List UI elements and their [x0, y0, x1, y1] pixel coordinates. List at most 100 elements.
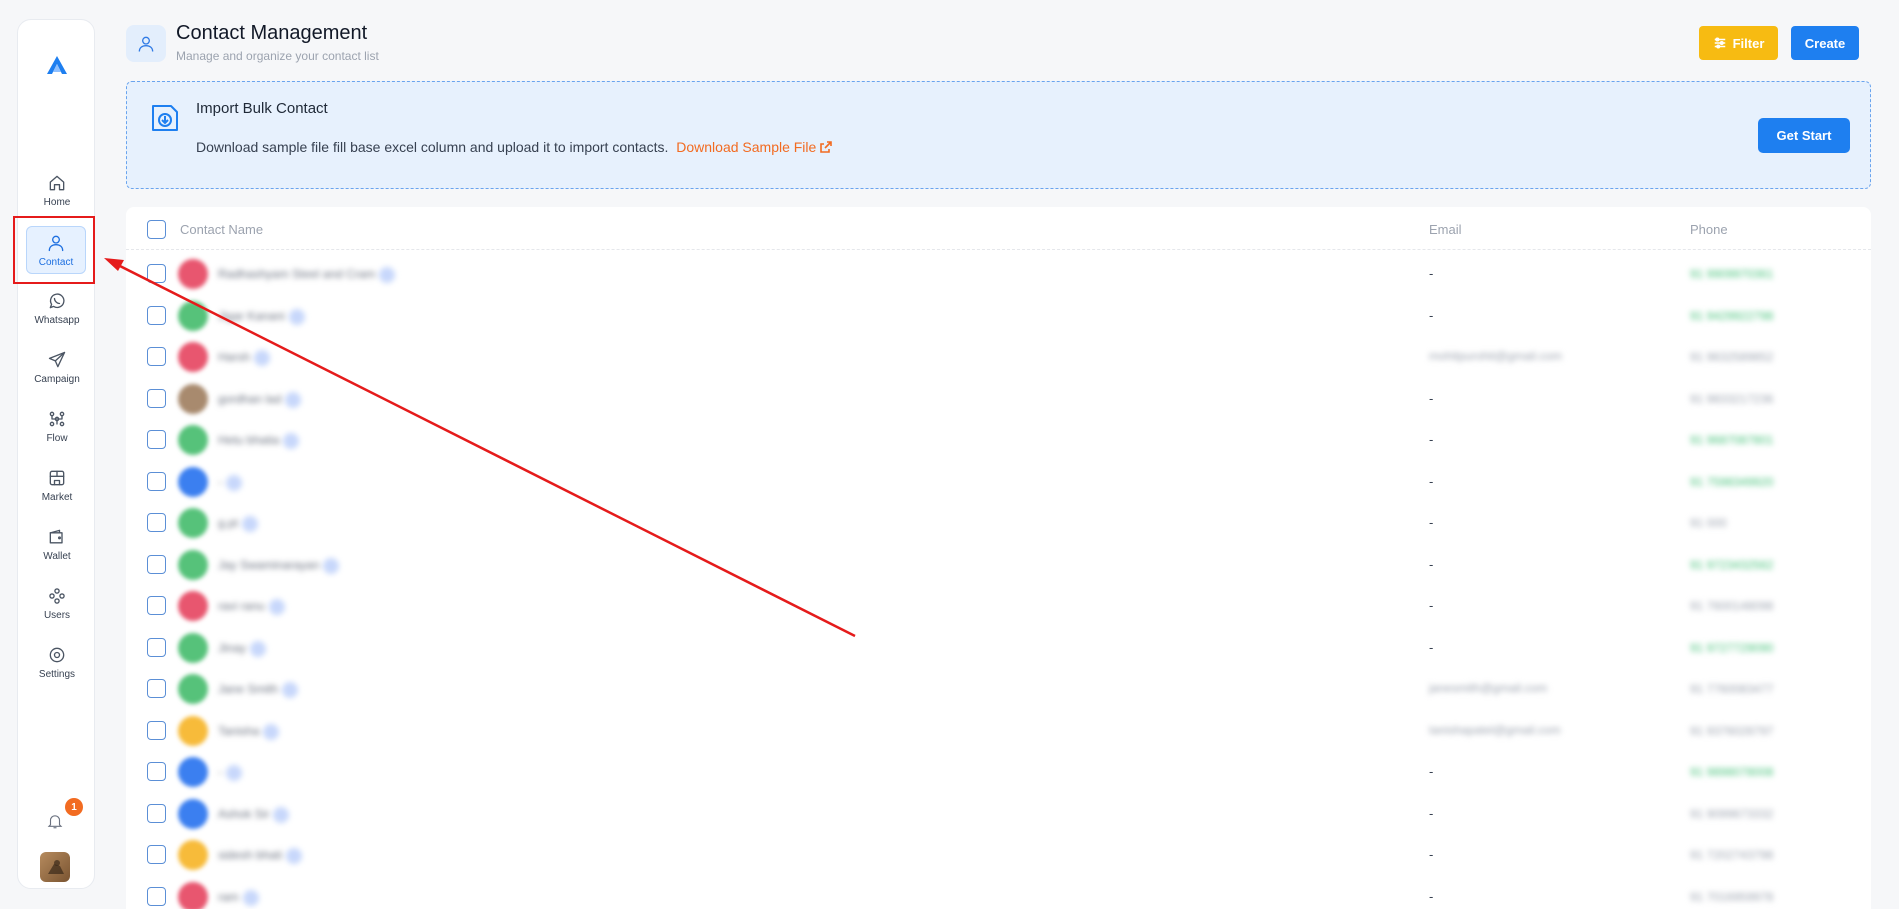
contact-email: - — [1429, 847, 1434, 862]
tag-icon — [323, 557, 340, 574]
contact-phone: 91 7600148098 — [1690, 599, 1774, 613]
row-checkbox[interactable] — [147, 886, 166, 906]
contact-phone: 91 9099673332 — [1690, 806, 1774, 821]
row-checkbox[interactable] — [147, 305, 166, 325]
row-checkbox[interactable] — [147, 430, 166, 449]
row-checkbox[interactable] — [147, 513, 166, 532]
contact-phone: 91 000 — [1690, 516, 1727, 530]
select-all-checkbox[interactable] — [147, 220, 166, 239]
tag-icon — [242, 516, 259, 532]
row-checkbox[interactable] — [147, 637, 166, 657]
contact-name-text: Hetu bhatia — [218, 433, 280, 448]
sidebar-item-label: Wallet — [43, 550, 71, 562]
row-checkbox[interactable] — [147, 679, 166, 698]
tag-icon — [288, 308, 305, 325]
avatar — [178, 342, 208, 372]
flow-icon — [49, 411, 65, 426]
sidebar-item-home[interactable]: Home — [24, 166, 90, 214]
table-row[interactable]: Ashok Sir - 91 9099673332 — [126, 793, 1871, 835]
page-icon — [126, 25, 166, 62]
row-checkbox[interactable] — [147, 264, 166, 283]
avatar — [178, 466, 208, 497]
sidebar-item-users[interactable]: Users — [24, 579, 90, 627]
tag-icon — [282, 682, 299, 698]
column-header-phone: Phone — [1690, 222, 1728, 237]
table-row[interactable]: Harsh mohitpurohit@gmail.com 91 9632589852 — [126, 336, 1871, 378]
table-row[interactable]: sidesh bhati - 91 7202743798 — [126, 834, 1871, 876]
row-checkbox[interactable] — [147, 596, 166, 615]
row-checkbox[interactable] — [147, 471, 166, 491]
app-logo[interactable] — [42, 50, 72, 80]
users-icon — [49, 587, 65, 604]
contact-phone: 91 9723432562 — [1690, 557, 1774, 572]
table-row[interactable]: Jane Smith janesmith@gmail.com 91 77600834… — [126, 668, 1871, 710]
sidebar-item-market[interactable]: Market — [24, 461, 90, 509]
table-row[interactable]: Jigar Kanani - 91 9429922798 — [126, 295, 1871, 337]
sidebar-item-settings[interactable]: Settings — [24, 638, 90, 686]
sidebar-item-label: Campaign — [34, 373, 80, 385]
table-row[interactable]: Hetu bhatia - 91 9687087801 — [126, 419, 1871, 461]
table-row[interactable]: gordhan lad - 91 9833217236 — [126, 378, 1871, 420]
contact-phone: 91 9632589852 — [1690, 350, 1774, 364]
contact-name: Radhashyam Steel and Cram — [218, 267, 396, 283]
contact-name-text: Tanisha — [218, 723, 260, 738]
create-button[interactable]: Create — [1791, 26, 1859, 60]
sidebar-item-label: Settings — [38, 668, 76, 680]
contact-icon — [138, 36, 154, 52]
row-checkbox[interactable] — [147, 720, 166, 740]
page-subtitle: Manage and organize your contact list — [176, 49, 379, 63]
contact-name-text: Ashok Sir — [218, 806, 270, 821]
avatar — [178, 425, 208, 455]
table-row[interactable]: ravi ranu - 91 7600148098 — [126, 585, 1871, 627]
home-icon — [49, 175, 65, 190]
whatsapp-icon — [49, 292, 65, 308]
tag-icon — [283, 433, 300, 449]
contact-name: Hetu bhatia — [218, 433, 300, 449]
sidebar-item-wallet[interactable]: Wallet — [24, 520, 90, 568]
sidebar-item-campaign[interactable]: Campaign — [24, 343, 90, 391]
table-row[interactable]: Tanisha tanishapatel@gmail.com 91 93760287… — [126, 710, 1871, 752]
contact-name: gordhan lad — [218, 391, 302, 408]
table-row[interactable]: - - 91 9898078008 — [126, 751, 1871, 793]
contact-email: - — [1429, 390, 1434, 406]
contact-name: Jigar Kanani — [218, 308, 305, 325]
table-row[interactable]: Jay Swaminarayan - 91 9723432562 — [126, 544, 1871, 586]
row-checkbox[interactable] — [147, 762, 166, 781]
contact-email: - — [1429, 888, 1434, 904]
table-row[interactable]: ram - 91 7016959978 — [126, 876, 1871, 909]
avatar — [178, 591, 208, 621]
table-row[interactable]: g.pt - 91 000 — [126, 502, 1871, 544]
table-row[interactable]: - - 91 7598349920 — [126, 461, 1871, 503]
download-sample-link[interactable]: Download Sample File — [676, 139, 833, 155]
tag-icon — [226, 474, 242, 491]
row-checkbox[interactable] — [147, 803, 166, 823]
table-row[interactable]: Radhashyam Steel and Cram - 91 9909970361 — [126, 253, 1871, 295]
notification-button[interactable] — [46, 812, 68, 834]
contact-name-text: Harsh — [218, 350, 251, 365]
contact-name-text: ram — [218, 889, 239, 904]
get-start-button[interactable]: Get Start — [1758, 118, 1850, 153]
row-checkbox[interactable] — [147, 388, 166, 408]
contact-name: - — [218, 765, 242, 781]
row-checkbox[interactable] — [147, 347, 166, 366]
filter-label: Filter — [1732, 35, 1765, 51]
contact-phone: 91 7016959978 — [1690, 889, 1774, 904]
sidebar-item-whatsapp[interactable]: Whatsapp — [24, 284, 90, 332]
contact-name-text: Jinay — [218, 640, 247, 655]
sidebar-item-label: Flow — [46, 432, 68, 444]
tag-icon — [379, 267, 396, 283]
contact-email: mohitpurohit@gmail.com — [1429, 349, 1562, 363]
avatar — [178, 300, 208, 331]
row-checkbox[interactable] — [147, 845, 166, 864]
filter-button[interactable]: Filter — [1699, 26, 1778, 60]
sidebar-item-flow[interactable]: Flow — [24, 402, 90, 450]
row-checkbox[interactable] — [147, 554, 166, 574]
column-header-name: Contact Name — [180, 222, 264, 237]
contact-name-text: gordhan lad — [218, 391, 282, 406]
contact-name: Tanisha — [218, 723, 280, 740]
user-avatar[interactable] — [40, 852, 70, 882]
contact-name-text: - — [218, 765, 222, 780]
table-row[interactable]: Jinay - 91 9727729090 — [126, 627, 1871, 669]
tag-icon — [273, 806, 290, 823]
contact-phone: 91 9376028797 — [1690, 723, 1774, 738]
